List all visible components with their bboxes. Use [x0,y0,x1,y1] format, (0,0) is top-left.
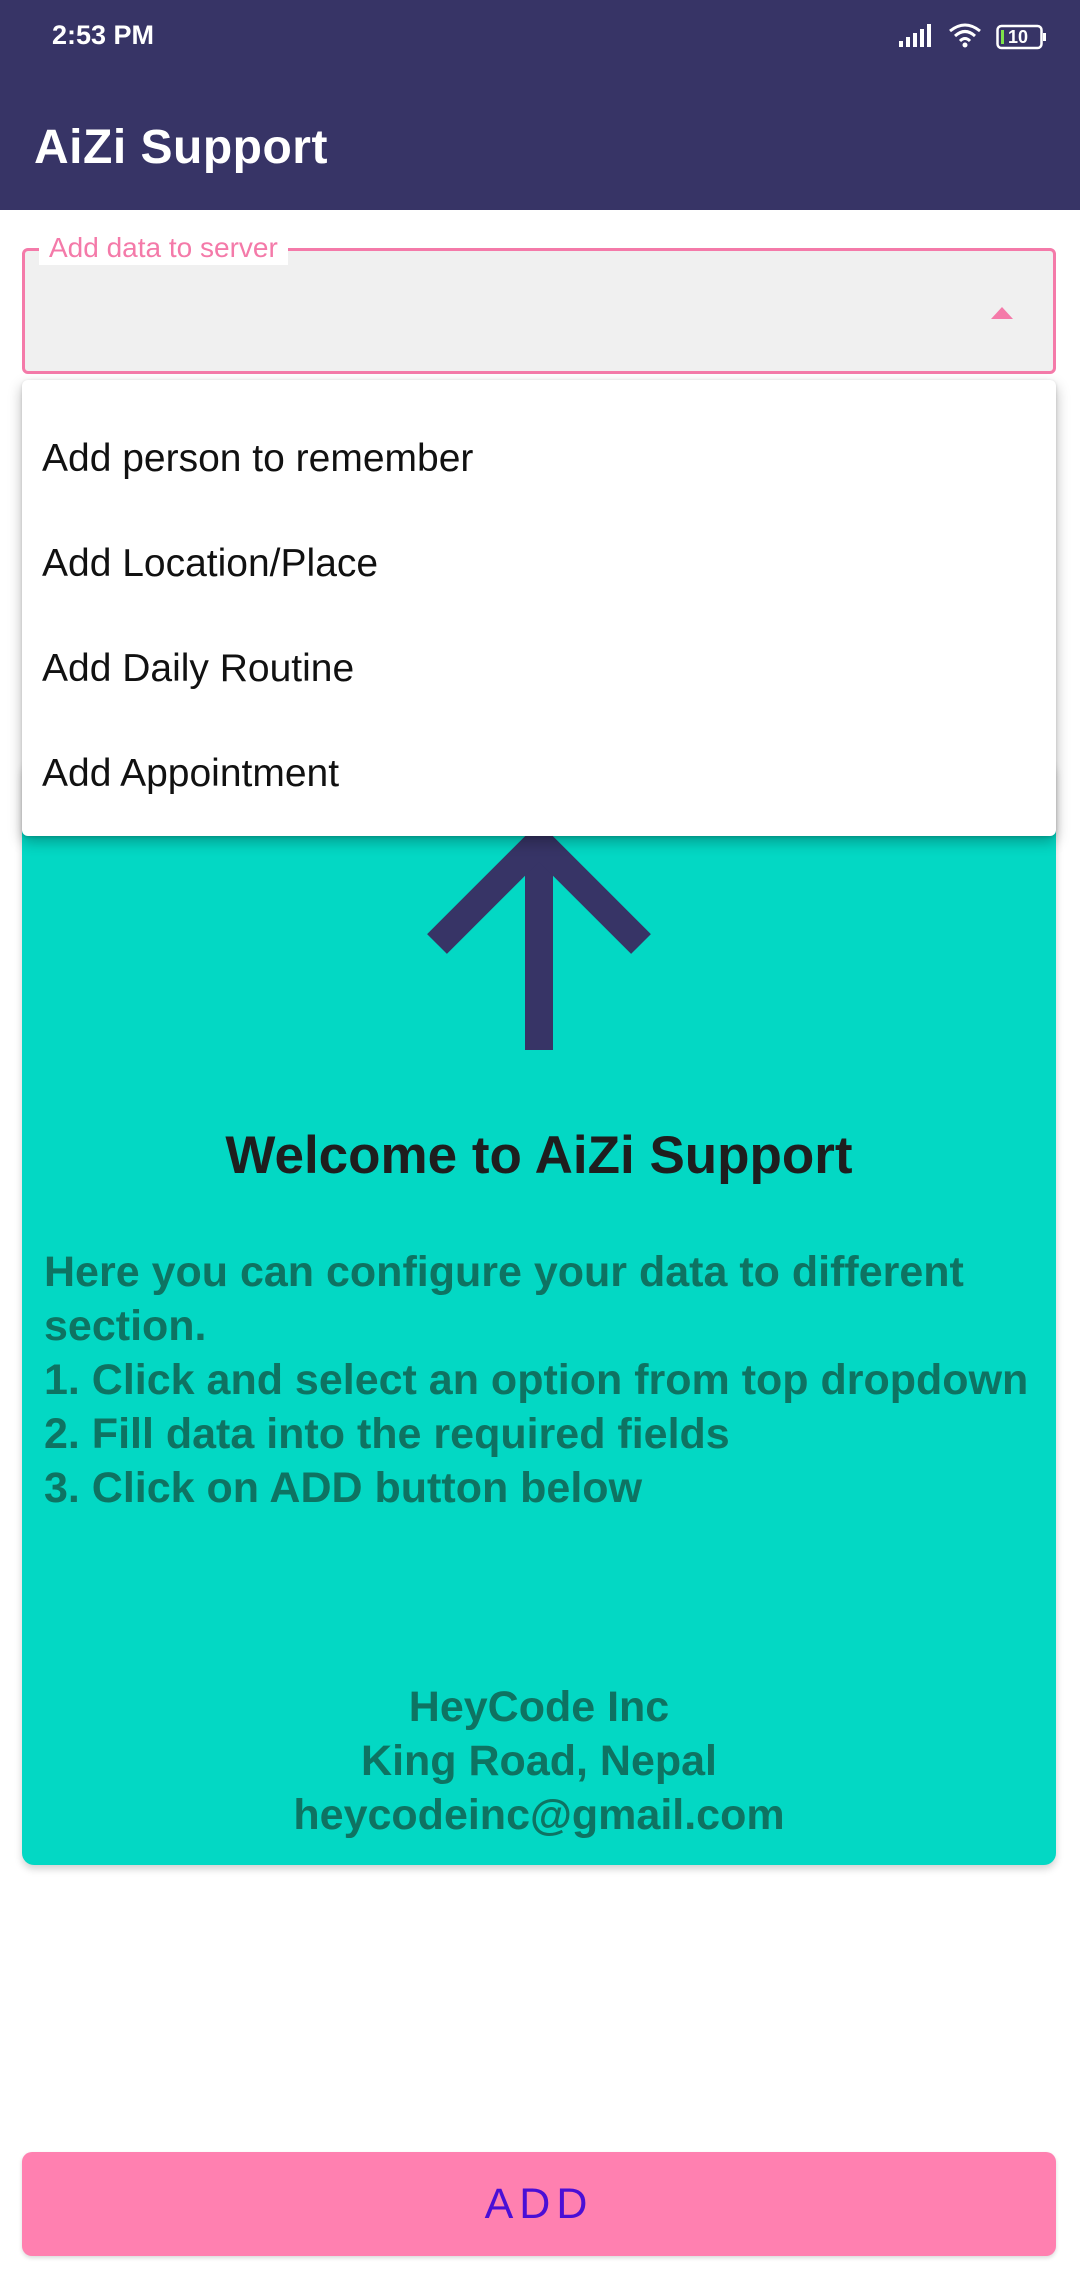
welcome-card: Welcome to AiZi Support Here you can con… [22,760,1056,1865]
company-name: HeyCode Inc [408,1683,670,1731]
add-button[interactable]: ADD [22,2152,1056,2256]
app-bar: AiZi Support [0,76,1080,210]
signal-icon [898,22,934,53]
status-time: 2:53 PM [52,20,155,50]
instruction-line: 2. Fill data into the required fields [44,1410,730,1458]
battery-level: 10 [1008,27,1029,47]
instruction-line: section. [44,1302,207,1350]
status-bar: 2:53 PM 10 [0,0,1080,76]
dropdown-label: Add data to server [39,231,288,265]
wifi-icon [948,22,982,53]
instruction-line: 1. Click and select an option from top d… [44,1356,1029,1404]
company-info: HeyCode Inc King Road, Nepal heycodeinc@… [22,1680,1056,1842]
dropdown-arrow-icon [991,307,1013,319]
instruction-line: 3. Click on ADD button below [44,1464,643,1512]
company-email: heycodeinc@gmail.com [293,1791,785,1839]
dropdown-menu: Add person to remember Add Location/Plac… [22,380,1056,836]
status-icons: 10 [898,20,1048,54]
battery-icon: 10 [996,24,1048,50]
welcome-title: Welcome to AiZi Support [225,1126,853,1185]
company-address: King Road, Nepal [361,1737,717,1785]
arrow-up-icon [427,820,651,1050]
app-title: AiZi Support [34,121,328,174]
instruction-line: Here you can configure your data to diff… [44,1248,964,1296]
instructions: Here you can configure your data to diff… [44,1245,1044,1515]
data-type-dropdown[interactable]: Add data to server [22,231,1056,374]
menu-item-add-location[interactable]: Add Location/Place [22,511,1056,616]
menu-item-add-daily-routine[interactable]: Add Daily Routine [22,616,1056,721]
menu-item-add-appointment[interactable]: Add Appointment [22,721,1056,826]
menu-item-add-person[interactable]: Add person to remember [22,406,1056,511]
